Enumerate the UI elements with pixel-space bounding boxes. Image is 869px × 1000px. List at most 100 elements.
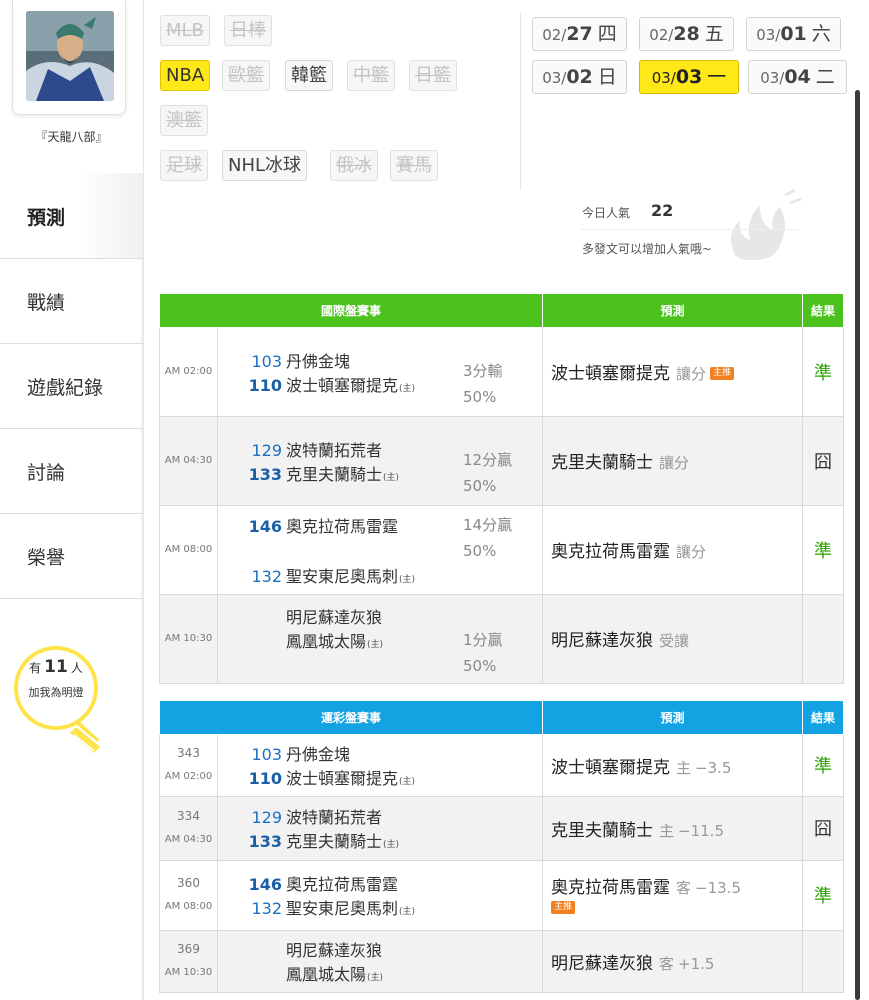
date-0301[interactable]: 03/01 六 [746, 17, 841, 51]
away-score: 146 [248, 875, 282, 894]
percentage: 50% [463, 656, 497, 675]
pick-side: 客 [659, 954, 675, 973]
result: 囧 [802, 415, 845, 506]
pick-type: 讓分 [676, 365, 707, 383]
date-month: 03/ [651, 69, 676, 87]
home-tag: (主) [399, 777, 416, 787]
popularity-value: 22 [651, 201, 674, 220]
prediction: 奧克拉荷馬雷霆 讓分 [542, 504, 804, 595]
bulb-count-text: 有 11 人 [8, 657, 104, 677]
away-team: 明尼蘇達灰狼 [286, 607, 383, 627]
pick-team: 波士頓塞爾提克 [551, 364, 671, 384]
game-code-time: 369 AM 10:30 [159, 929, 218, 993]
table-row: 343 AM 02:00 103 丹佛金塊 110 波士頓塞爾提克 (主) 波士頓塞爾提… [159, 733, 845, 797]
home-team: 鳳凰城太陽 [286, 965, 367, 984]
divider [520, 12, 521, 190]
league-cba[interactable]: 中籃 [347, 60, 395, 91]
date-month: 03/ [542, 69, 567, 87]
league-horse-racing[interactable]: 賽馬 [390, 150, 438, 181]
pick-line: −11.5 [678, 821, 724, 840]
table-row: AM 02:00 103 丹佛金塊 110 波士頓塞爾提克 (主) 3分輸 50% 波士… [159, 326, 845, 417]
bulb-label[interactable]: 加我為明燈 [8, 684, 104, 700]
league-nhl[interactable]: NHL冰球 [222, 150, 308, 181]
matchup[interactable]: 明尼蘇達灰狼 鳳凰城太陽 (主) [216, 929, 544, 993]
game-code: 343 [177, 746, 200, 760]
league-kbl[interactable]: 韓籃 [285, 60, 333, 91]
league-bjl[interactable]: 日籃 [409, 60, 457, 91]
result [802, 593, 845, 684]
league-npb[interactable]: 日棒 [224, 15, 272, 46]
bulb-count: 11 [44, 657, 68, 677]
league-nba[interactable]: NBA [160, 60, 211, 91]
pick-type: 讓分 [676, 543, 707, 561]
nav-honors[interactable]: 榮譽 [0, 513, 143, 599]
matchup[interactable]: 129 波特蘭拓荒者 133 克里夫蘭騎士 (主) [216, 795, 544, 861]
game-time: AM 02:00 [164, 771, 213, 782]
date-0302[interactable]: 03/02 日 [532, 60, 627, 94]
prediction: 克里夫蘭騎士主 −11.5 [542, 795, 804, 861]
home-score: 132 [251, 899, 282, 918]
header-event: 國際盤賽事 [158, 294, 544, 328]
matchup[interactable]: 明尼蘇達灰狼 鳳凰城太陽 (主) 1分贏 50% [216, 593, 544, 684]
nav-predictions[interactable]: 預測 [0, 173, 143, 259]
nav-discussion[interactable]: 討論 [0, 428, 143, 513]
league-nbl[interactable]: 澳籃 [160, 105, 208, 136]
matchup[interactable]: 103 丹佛金塊 110 波士頓塞爾提克 (主) 3分輸 50% [216, 326, 544, 417]
home-tag: (主) [367, 973, 384, 983]
matchup[interactable]: 129 波特蘭拓荒者 133 克里夫蘭騎士 (主) 12分贏 50% [216, 415, 544, 506]
scrollbar[interactable] [855, 90, 860, 1000]
date-day: 27 [566, 23, 593, 45]
result [802, 929, 845, 993]
matchup[interactable]: 146 奧克拉荷馬雷霆 132 聖安東尼奧馬刺 (主) [216, 859, 544, 931]
league-khl[interactable]: 俄冰 [330, 150, 378, 181]
bulb-prefix: 有 [29, 661, 42, 675]
nav-game-history[interactable]: 遊戲紀錄 [0, 343, 143, 428]
date-0227[interactable]: 02/27 四 [532, 17, 627, 51]
game-time: AM 04:30 [159, 415, 218, 506]
featured-badge: 主推 [551, 901, 576, 914]
home-team: 聖安東尼奧馬刺 [286, 899, 399, 918]
date-day: 01 [780, 23, 807, 45]
pick-team: 奧克拉荷馬雷霆 [551, 542, 671, 562]
pick-line: +1.5 [678, 954, 715, 973]
international-predictions-table: 國際盤賽事 預測 結果 AM 02:00 103 丹佛金塊 110 波士頓塞爾提克(… [158, 294, 845, 684]
prediction: 波士頓塞爾提克 讓分 主推 [542, 326, 804, 417]
matchup[interactable]: 103 丹佛金塊 110 波士頓塞爾提克 (主) [216, 733, 544, 797]
pick-team: 明尼蘇達灰狼 [551, 953, 654, 974]
league-soccer[interactable]: 足球 [160, 150, 208, 181]
date-month: 03/ [760, 69, 785, 87]
matchup[interactable]: 146 奧克拉荷馬雷霆 132 聖安東尼奧馬刺 (主) 14分贏 50% [216, 504, 544, 595]
table-header: 國際盤賽事 預測 結果 [158, 294, 845, 328]
pick-side: 主 [659, 821, 675, 840]
header-prediction: 預測 [542, 701, 804, 735]
game-time: AM 08:00 [159, 504, 218, 595]
game-code: 334 [177, 809, 200, 823]
result: 準 [802, 326, 845, 417]
away-team: 明尼蘇達灰狼 [286, 941, 383, 960]
date-month: 02/ [649, 26, 674, 44]
date-0304[interactable]: 03/04 二 [748, 60, 847, 94]
nav-record[interactable]: 戰績 [0, 258, 143, 343]
header-result: 結果 [802, 294, 845, 328]
margin: 1分贏 [463, 630, 503, 649]
home-score: 110 [248, 375, 282, 395]
home-score: 110 [248, 769, 282, 788]
date-weekday: 四 [597, 23, 617, 45]
username[interactable]: 『天龍八部』 [0, 128, 143, 145]
date-day: 04 [784, 66, 811, 88]
date-day: 28 [673, 23, 700, 45]
league-mlb[interactable]: MLB [160, 15, 210, 46]
avatar-frame [12, 0, 126, 115]
divider [580, 229, 798, 230]
date-0228[interactable]: 02/28 五 [639, 17, 734, 51]
home-tag: (主) [383, 840, 400, 850]
league-euro-basketball[interactable]: 歐籃 [222, 60, 270, 91]
sports-lottery-predictions-table: 運彩盤賽事 預測 結果 343 AM 02:00 103 丹佛金塊 110 波士頓塞爾… [158, 701, 845, 993]
avatar[interactable] [26, 11, 114, 101]
table-row: 369 AM 10:30 明尼蘇達灰狼 鳳凰城太陽 (主) 明尼蘇達灰狼客 +1.5 [159, 929, 845, 993]
home-score: 132 [251, 566, 282, 586]
sidebar: 『天龍八部』 預測 戰績 遊戲紀錄 討論 榮譽 有 11 人 加我為明燈 [0, 0, 143, 1000]
game-code-time: 343 AM 02:00 [159, 733, 218, 797]
date-0303[interactable]: 03/03 一 [639, 60, 739, 94]
table-row: 334 AM 04:30 129 波特蘭拓荒者 133 克里夫蘭騎士 (主) 克里夫蘭騎… [159, 795, 845, 861]
